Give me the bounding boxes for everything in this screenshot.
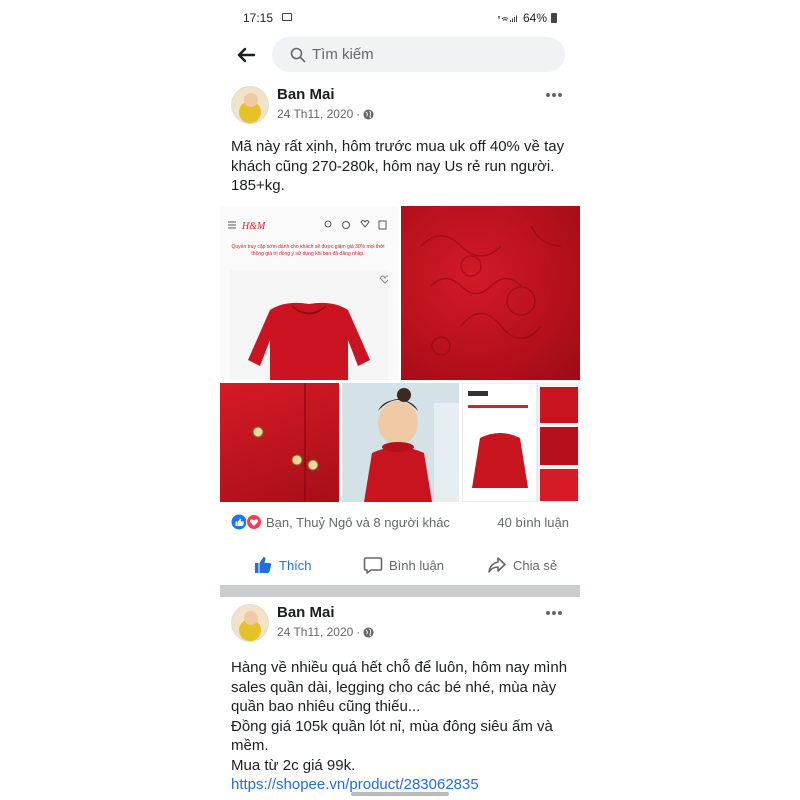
home-indicator[interactable] [351,792,449,796]
more-options-icon[interactable] [545,610,563,616]
hm-logo: H&M [241,221,266,232]
post-date[interactable]: 24 Th11, 2020 [277,107,353,121]
post-text-line: Mua từ 2c giá 99k. [231,756,356,774]
like-button[interactable]: Thích [253,550,312,580]
photo-button-detail[interactable] [220,383,339,502]
photo-lace-closeup[interactable] [401,206,580,380]
reactions-summary[interactable]: Bạn, Thuỷ Ngô và 8 người khác 40 bình lu… [220,512,580,532]
post-text-line: Đồng giá 105k quần lót nỉ, mùa đông siêu… [231,717,553,735]
photo-hm-screenshot[interactable]: H&M Quyền truy cập sớm dành cho khách sẽ… [220,206,398,380]
search-header [220,35,580,75]
thumbs-up-icon [255,557,272,573]
globe-icon [363,108,374,120]
photo-grid: H&M Quyền truy cập sớm dành cho khách sẽ… [220,206,580,502]
signal-wifi-icon [497,15,517,22]
status-indicators: 64% [497,11,557,25]
comment-label: Bình luận [389,557,444,573]
share-label: Chia sẻ [513,557,558,573]
comment-button[interactable]: Bình luận [363,550,444,580]
more-options-icon[interactable] [545,92,563,98]
battery-percentage: 64% [522,11,547,25]
like-label: Thích [279,557,312,573]
hm-promo-text: Quyền truy cập sớm dành cho khách sẽ đượ… [231,244,385,257]
post-text: Mã này rất xịnh, hôm trước mua uk off 40… [231,137,571,196]
reactions-text: Bạn, Thuỷ Ngô và 8 người khác [266,515,450,530]
search-icon [290,47,306,63]
post-meta: 24 Th11, 2020 · [277,625,374,639]
photo-child-wearing-dress[interactable] [342,383,459,502]
hm-nav-bar: H&M [228,220,387,232]
share-button[interactable]: Chia sẻ [487,550,557,580]
post-text-line: khách cũng 270-280k, hôm nay Us rẻ run n… [231,157,555,175]
meta-separator: · [356,107,361,121]
post-author[interactable]: Ban Mai [277,86,335,103]
meta-separator: · [356,625,361,639]
hm-product-card [230,270,391,380]
status-bar: 17:15 64% [220,8,580,28]
post-date[interactable]: 24 Th11, 2020 [277,625,353,639]
comment-icon [363,557,383,574]
post-text-line: mềm. [231,737,269,754]
battery-icon [551,13,557,23]
post-text-line: 185+kg. [231,177,285,194]
post-text-line: Hàng về nhiều quá hết chỗ để luôn, hôm n… [231,659,568,676]
globe-icon [363,626,374,638]
post-text-line: quần bao nhiêu cũng thiếu... [231,698,421,715]
like-love-reaction-icons [231,514,262,530]
photo-collage[interactable] [462,383,580,502]
back-arrow-icon[interactable] [236,45,256,65]
post-action-bar: Thích Bình luận Chia sẻ [220,550,580,580]
avatar[interactable] [231,604,269,642]
share-icon [488,557,506,573]
post-text-line: sales quần dài, legging cho các bé nhé, … [231,678,557,696]
gallery-notification-icon [282,13,292,21]
comment-count[interactable]: 40 bình luận [497,515,569,530]
phone-screen: 17:15 64% Tìm kiếm Ban Mai 24 Th11, 2020… [220,0,580,800]
post-divider [220,585,580,597]
post-text-line: Mã này rất xịnh, hôm trước mua uk off 40… [231,138,565,155]
status-time: 17:15 [243,11,274,25]
search-bar[interactable] [272,37,565,72]
post-author[interactable]: Ban Mai [277,604,335,621]
search-input[interactable] [312,37,552,72]
post-text: Hàng về nhiều quá hết chỗ để luôn, hôm n… [231,658,571,795]
post-meta: 24 Th11, 2020 · [277,107,374,121]
avatar[interactable] [231,86,269,124]
